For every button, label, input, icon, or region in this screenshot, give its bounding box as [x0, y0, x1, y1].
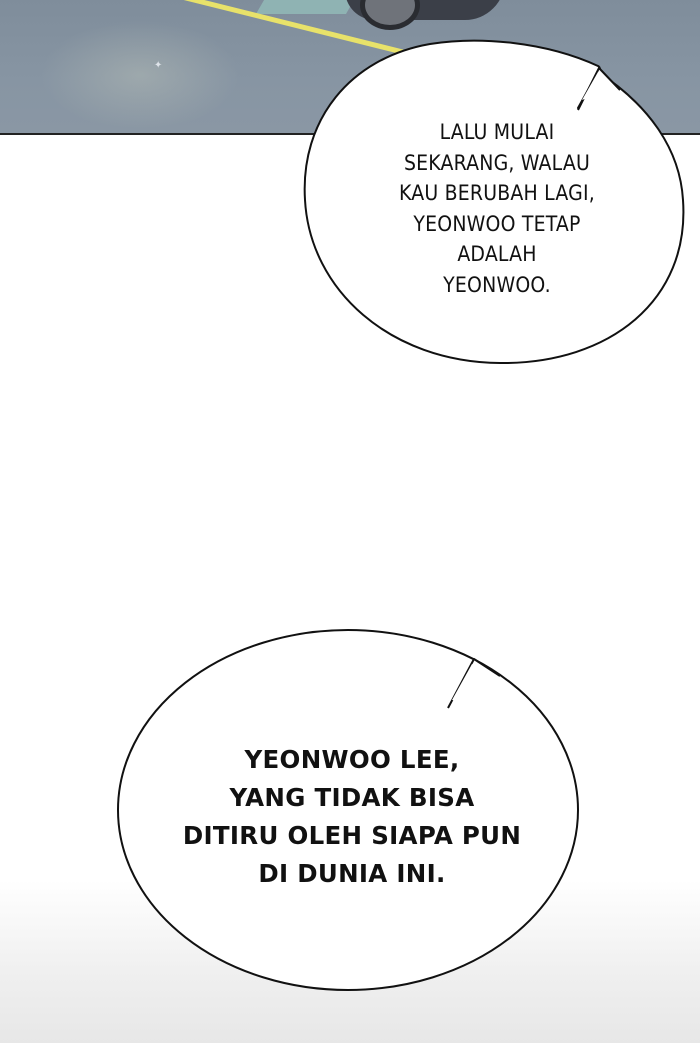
bubble1-line: ADALAH: [457, 242, 537, 266]
bubble2-line: DI DUNIA INI.: [258, 859, 446, 888]
bubble2-line: YANG TIDAK BISA: [229, 783, 475, 812]
bubble1-line: LALU MULAI: [439, 120, 555, 144]
bubble1-line: KAU BERUBAH LAGI,: [399, 181, 595, 205]
speech-bubble-2-text: YEONWOO LEE, YANG TIDAK BISA DITIRU OLEH…: [172, 741, 532, 893]
bubble1-line: YEONWOO TETAP: [413, 211, 581, 236]
bubble1-line: SEKARANG, WALAU: [403, 150, 591, 175]
bubble2-line: DITIRU OLEH SIAPA PUN: [182, 821, 522, 850]
bubble2-line: YEONWOO LEE,: [244, 745, 460, 774]
bubble1-line: YEONWOO.: [443, 272, 551, 297]
speech-bubble-1-text: LALU MULAI SEKARANG, WALAU KAU BERUBAH L…: [372, 117, 622, 300]
